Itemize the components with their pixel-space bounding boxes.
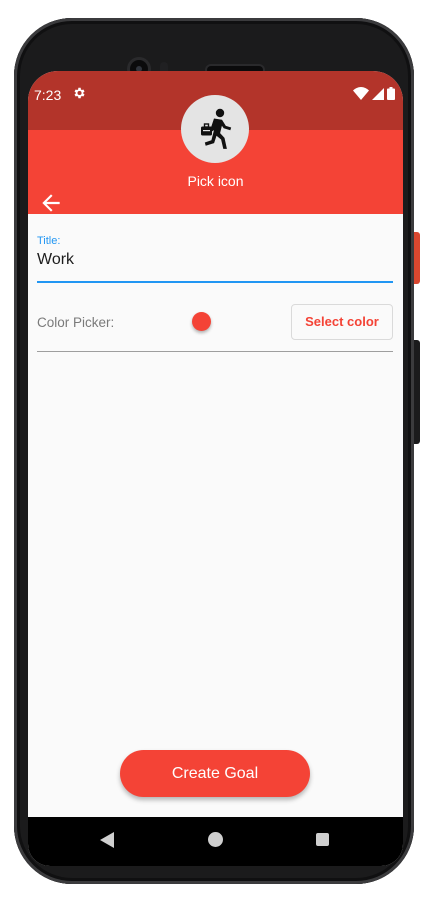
battery-icon <box>387 87 395 100</box>
select-color-button[interactable]: Select color <box>291 304 393 340</box>
selected-color-swatch <box>192 312 211 331</box>
create-goal-button[interactable]: Create Goal <box>120 750 310 797</box>
color-picker-label: Color Picker: <box>37 315 115 330</box>
volume-button <box>414 340 420 444</box>
power-button <box>414 232 420 284</box>
title-field-value[interactable]: Work <box>37 251 74 269</box>
app-screen: 7:23 Pick icon Title: Work Color Picker:… <box>28 71 403 866</box>
nav-back-icon[interactable] <box>100 832 114 848</box>
gear-icon <box>74 87 85 99</box>
title-field[interactable]: Title: Work <box>37 231 393 283</box>
status-icons <box>353 87 395 100</box>
pick-icon-label[interactable]: Pick icon <box>28 173 403 189</box>
color-picker-row: Color Picker: Select color <box>37 301 393 352</box>
nav-recents-icon[interactable] <box>316 833 329 846</box>
wifi-icon <box>353 87 369 100</box>
status-time: 7:23 <box>34 87 62 103</box>
running-businessman-icon <box>201 108 232 149</box>
nav-home-icon[interactable] <box>208 832 223 847</box>
cell-signal-icon <box>372 87 384 100</box>
back-arrow-icon[interactable] <box>38 190 64 216</box>
icon-picker-avatar[interactable] <box>181 95 249 163</box>
title-field-label: Title: <box>37 235 61 247</box>
system-nav-bar <box>28 817 403 866</box>
